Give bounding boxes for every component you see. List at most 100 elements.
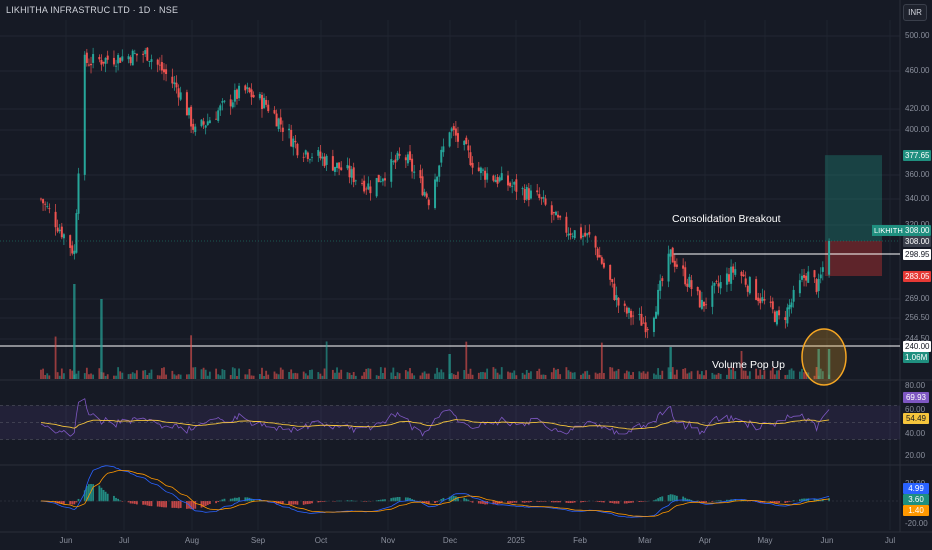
price-chart-svg[interactable]	[0, 0, 932, 550]
candle-body	[465, 137, 468, 145]
volume-bar	[163, 367, 165, 379]
volume-bar	[223, 370, 226, 379]
volume-bar	[582, 373, 584, 379]
candle-body	[117, 54, 120, 64]
volume-bar	[761, 374, 764, 379]
candle-body	[732, 266, 735, 273]
resistance-badge: 298.95	[903, 249, 932, 260]
volume-bar	[675, 369, 678, 379]
candle-body	[538, 194, 541, 198]
candle-body	[761, 297, 764, 302]
candle-body	[803, 274, 806, 278]
volume-bar	[769, 370, 772, 379]
volume-bar	[292, 373, 295, 379]
volume-bar	[486, 368, 489, 379]
volume-bar	[667, 367, 670, 379]
volume-bar	[390, 372, 393, 379]
macd-histogram-bar	[175, 501, 178, 508]
candle-body	[559, 215, 562, 218]
volume-bar	[594, 372, 597, 379]
volume-bar	[325, 341, 328, 379]
candle-body	[759, 298, 762, 304]
volume-bar	[717, 373, 720, 379]
volume-bar	[56, 372, 59, 379]
volume-bar	[104, 375, 107, 379]
macd-histogram-bar	[233, 497, 236, 502]
macd-histogram-bar	[659, 497, 662, 502]
currency-button[interactable]: INR	[903, 4, 927, 21]
volume-highlight-circle	[801, 328, 847, 386]
macd-histogram-bar	[296, 501, 299, 505]
macd-histogram-bar	[573, 501, 576, 503]
candle-body	[62, 234, 65, 239]
candle-body	[698, 290, 701, 308]
volume-bar	[698, 374, 701, 379]
volume-bar	[250, 375, 253, 379]
candle-body	[705, 304, 708, 306]
macd-hist-badge: 3.60	[903, 494, 929, 505]
volume-bar	[646, 371, 649, 379]
candle-body	[788, 304, 791, 310]
volume-bar	[630, 374, 632, 379]
macd-histogram-bar	[617, 501, 620, 504]
volume-bar	[44, 375, 47, 379]
candle-body	[686, 283, 689, 287]
candle-body	[221, 101, 224, 103]
volume-bar	[450, 373, 453, 379]
macd-tick: -20.00	[905, 519, 928, 528]
candle-body	[217, 110, 220, 121]
time-tick: Jul	[118, 536, 130, 545]
volume-bar	[192, 367, 195, 379]
volume-bar	[354, 375, 357, 379]
volume-bar	[407, 371, 409, 379]
macd-histogram-bar	[638, 501, 641, 502]
candle-body	[188, 107, 191, 116]
candle-body	[481, 169, 484, 171]
rsi-tick: 40.00	[905, 429, 926, 438]
candle-body	[185, 92, 188, 116]
volume-bar	[573, 372, 576, 379]
volume-bar	[784, 375, 787, 379]
volume-bar	[277, 374, 280, 379]
macd-histogram-bar	[382, 499, 384, 502]
macd-histogram-bar	[142, 501, 145, 505]
price-tick: 500.00	[905, 31, 930, 40]
candle-body	[527, 188, 530, 201]
macd-histogram-bar	[161, 501, 163, 508]
candle-body	[790, 302, 793, 308]
candle-body	[46, 206, 49, 207]
volume-bar	[258, 373, 261, 379]
candle-body	[325, 155, 328, 165]
candle-body	[719, 282, 722, 289]
volume-bar	[703, 375, 705, 379]
candle-body	[383, 178, 386, 181]
candle-body	[248, 87, 251, 93]
macd-histogram-bar	[582, 501, 584, 503]
volume-bar	[509, 372, 511, 379]
candle-body	[173, 82, 176, 85]
candle-body	[800, 275, 803, 280]
candle-body	[98, 56, 101, 60]
macd-histogram-bar	[682, 496, 685, 502]
volume-bar	[281, 369, 284, 379]
candle-body	[83, 54, 86, 175]
volume-spike	[448, 354, 451, 379]
volume-bar	[46, 373, 49, 379]
volume-bar	[404, 370, 407, 379]
candle-body	[246, 87, 249, 89]
macd-histogram-bar	[100, 487, 103, 502]
volume-bar	[148, 372, 151, 379]
price-tick: 360.00	[905, 170, 930, 179]
volume-bar	[671, 367, 674, 379]
volume-bar	[713, 374, 716, 379]
candle-body	[404, 157, 407, 161]
candle-body	[623, 303, 626, 306]
volume-bar	[102, 372, 105, 379]
candle-body	[281, 127, 284, 132]
macd-histogram-bar	[311, 501, 313, 504]
macd-histogram-bar	[377, 500, 380, 502]
candle-body	[56, 227, 59, 232]
price-tick: 420.00	[905, 104, 930, 113]
rsi-badge: 69.93	[903, 392, 929, 403]
candle-body	[611, 279, 614, 283]
